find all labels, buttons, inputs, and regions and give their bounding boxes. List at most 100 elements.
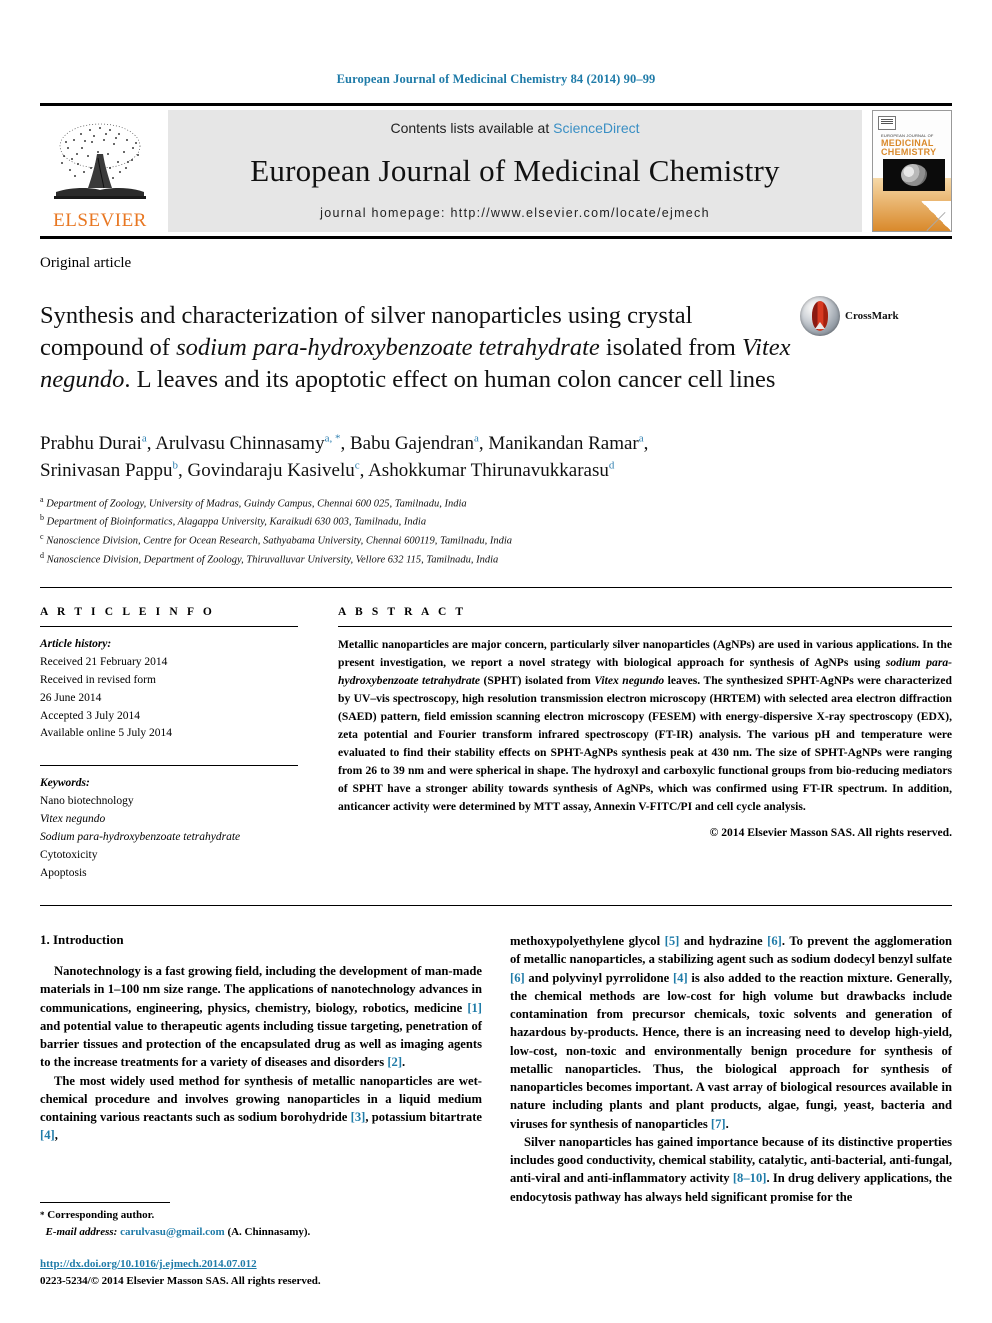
citation-link[interactable]: [6]: [510, 971, 525, 985]
abstract-seg-3: leaves. The synthesized SPHT-AgNPs were …: [338, 673, 952, 814]
keyword-3: Cytotoxicity: [40, 849, 98, 862]
keyword-4: Apoptosis: [40, 867, 87, 880]
abstract-section: A B S T R A C T Metallic nanoparticles a…: [338, 606, 952, 883]
doi-block: http://dx.doi.org/10.1016/j.ejmech.2014.…: [40, 1256, 472, 1289]
abstract-text: Metallic nanoparticles are major concern…: [338, 636, 952, 817]
elsevier-logo: ELSEVIER: [40, 110, 160, 232]
author-5: Govindaraju Kasiveluc: [187, 459, 360, 482]
author-6: Ashokkumar Thirunavukkarasud: [368, 459, 615, 482]
contents-available-line: Contents lists available at ScienceDirec…: [390, 120, 639, 136]
keyword-2: Sodium para-hydroxybenzoate tetrahydrate: [40, 831, 241, 844]
intro-paragraph-1: Nanotechnology is a fast growing field, …: [40, 962, 482, 1072]
history-item-2: 26 June 2014: [40, 691, 102, 704]
masthead-bottom-rule: [40, 236, 952, 239]
column-right: methoxypolyethylene glycol [5] and hydra…: [510, 932, 952, 1206]
journal-homepage-link[interactable]: journal homepage: http://www.elsevier.co…: [320, 206, 710, 220]
journal-band: Contents lists available at ScienceDirec…: [168, 110, 862, 232]
affil-text-b: Department of Bioinformatics, Alagappa U…: [46, 516, 427, 528]
journal-masthead: ELSEVIER Contents lists available at Sci…: [40, 103, 952, 239]
body-text: , potassium bitartrate: [365, 1110, 483, 1124]
affiliation-a: a Department of Zoology, University of M…: [40, 494, 952, 513]
history-item-1: Received in revised form: [40, 673, 156, 686]
affil-mark-a: a: [40, 494, 44, 504]
article-info-section: A R T I C L E I N F O Article history: R…: [40, 606, 298, 883]
running-head: European Journal of Medicinal Chemistry …: [336, 72, 656, 86]
history-item-0: Received 21 February 2014: [40, 655, 168, 668]
citation-link[interactable]: [2]: [387, 1055, 402, 1069]
citation-link[interactable]: [6]: [767, 934, 782, 948]
affiliation-list: a Department of Zoology, University of M…: [40, 494, 952, 569]
body-text: and potential value to therapeutic agent…: [40, 1018, 482, 1070]
affiliation-b: b Department of Bioinformatics, Alagappa…: [40, 512, 952, 531]
article-info-rule: [40, 625, 298, 627]
abstract-seg-1: Metallic nanoparticles are major concern…: [338, 637, 952, 669]
intro-paragraph-4: Silver nanoparticles has gained importan…: [510, 1133, 952, 1206]
article-history-label: Article history:: [40, 637, 112, 650]
corresponding-author-note: * Corresponding author. E-mail address: …: [40, 1207, 472, 1240]
masthead-top-rule: [40, 103, 952, 106]
paper-page: European Journal of Medicinal Chemistry …: [0, 0, 992, 1323]
keywords-block: Keywords: Nano biotechnology Vitex negun…: [40, 775, 298, 883]
history-item-4: Available online 5 July 2014: [40, 727, 173, 740]
contents-prefix: Contents lists available at: [390, 120, 554, 136]
email-link[interactable]: carulvasu@gmail.com: [120, 1226, 225, 1238]
corresponding-star: *: [40, 1210, 45, 1220]
citation-link[interactable]: [4]: [673, 971, 688, 985]
body-text: is also added to the reaction mixture. G…: [510, 970, 952, 1131]
body-text: .: [725, 1116, 729, 1131]
affil-mark-b: b: [40, 513, 44, 523]
citation-link[interactable]: [1]: [467, 1001, 482, 1015]
journal-cover-thumbnail[interactable]: EUROPEAN JOURNAL OF MEDICINAL CHEMISTRY: [872, 110, 952, 232]
cover-publisher-mark-icon: [878, 116, 896, 130]
crossmark-icon: [800, 296, 840, 336]
sciencedirect-link[interactable]: ScienceDirect: [553, 120, 639, 136]
abstract-italic-2: Vitex negundo: [594, 673, 665, 687]
citation-link[interactable]: [3]: [351, 1110, 366, 1124]
crossmark-badge[interactable]: CrossMark: [800, 296, 910, 336]
affil-text-a: Department of Zoology, University of Mad…: [46, 498, 467, 510]
intro-paragraph-3: methoxypolyethylene glycol [5] and hydra…: [510, 932, 952, 1133]
affil-text-d: Nanoscience Division, Department of Zool…: [46, 554, 499, 566]
footnote-rule: [40, 1202, 170, 1203]
cover-molecule-image: [883, 159, 945, 191]
keyword-0: Nano biotechnology: [40, 795, 134, 808]
author-list: Prabhu Duraia, Arulvasu Chinnasamya, *, …: [40, 432, 649, 482]
journal-title: European Journal of Medicinal Chemistry: [250, 152, 780, 188]
author-2: Babu Gajendrana: [349, 432, 479, 454]
body-text: .: [402, 1055, 406, 1070]
article-history-block: Article history: Received 21 February 20…: [40, 636, 298, 744]
citation-link[interactable]: [8–10]: [733, 1171, 767, 1185]
keywords-rule: [40, 765, 298, 767]
abstract-rule: [338, 625, 952, 627]
abstract-seg-2: (SPHT) isolated from: [479, 673, 595, 687]
affiliation-d: d Nanoscience Division, Department of Zo…: [40, 550, 952, 569]
author-1: Arulvasu Chinnasamya, *: [155, 432, 341, 454]
citation-link[interactable]: [4]: [40, 1128, 55, 1142]
citation-link[interactable]: [5]: [665, 934, 680, 948]
affil-text-c: Nanoscience Division, Centre for Ocean R…: [46, 535, 513, 547]
article-info-heading: A R T I C L E I N F O: [40, 605, 215, 618]
elsevier-tree-icon: [54, 123, 146, 199]
intro-paragraph-2: The most widely used method for synthesi…: [40, 1072, 482, 1145]
cover-line3-text: CHEMISTRY: [881, 147, 937, 158]
cover-line2: MEDICINAL CHEMISTRY: [881, 138, 947, 158]
email-label: E-mail address:: [45, 1225, 118, 1238]
page-title: Synthesis and characterization of silver…: [40, 300, 800, 395]
two-column-body: 1. Introduction Nanotechnology is a fast…: [40, 932, 952, 1206]
citation-link[interactable]: [7]: [711, 1117, 726, 1131]
history-item-3: Accepted 3 July 2014: [40, 709, 140, 722]
abstract-copyright: © 2014 Elsevier Masson SAS. All rights r…: [709, 825, 952, 839]
title-italic-1: sodium para-hydroxybenzoate tetrahydrate: [176, 334, 600, 361]
issn-copyright-line: 0223-5234/© 2014 Elsevier Masson SAS. Al…: [40, 1274, 321, 1287]
body-text: Nanotechnology is a fast growing field, …: [40, 964, 482, 1015]
doi-link[interactable]: http://dx.doi.org/10.1016/j.ejmech.2014.…: [40, 1256, 472, 1273]
body-text: and hydrazine: [679, 934, 768, 948]
article-type: Original article: [40, 255, 132, 271]
affiliation-c: c Nanoscience Division, Centre for Ocean…: [40, 531, 952, 550]
keyword-1: Vitex negundo: [40, 813, 106, 826]
body-text: and polyvinyl pyrrolidone: [524, 970, 673, 985]
section-divider-bottom: [40, 905, 952, 906]
keywords-label: Keywords:: [40, 777, 90, 790]
corresponding-text: Corresponding author.: [47, 1209, 155, 1221]
author-3: Manikandan Ramara: [488, 432, 644, 454]
